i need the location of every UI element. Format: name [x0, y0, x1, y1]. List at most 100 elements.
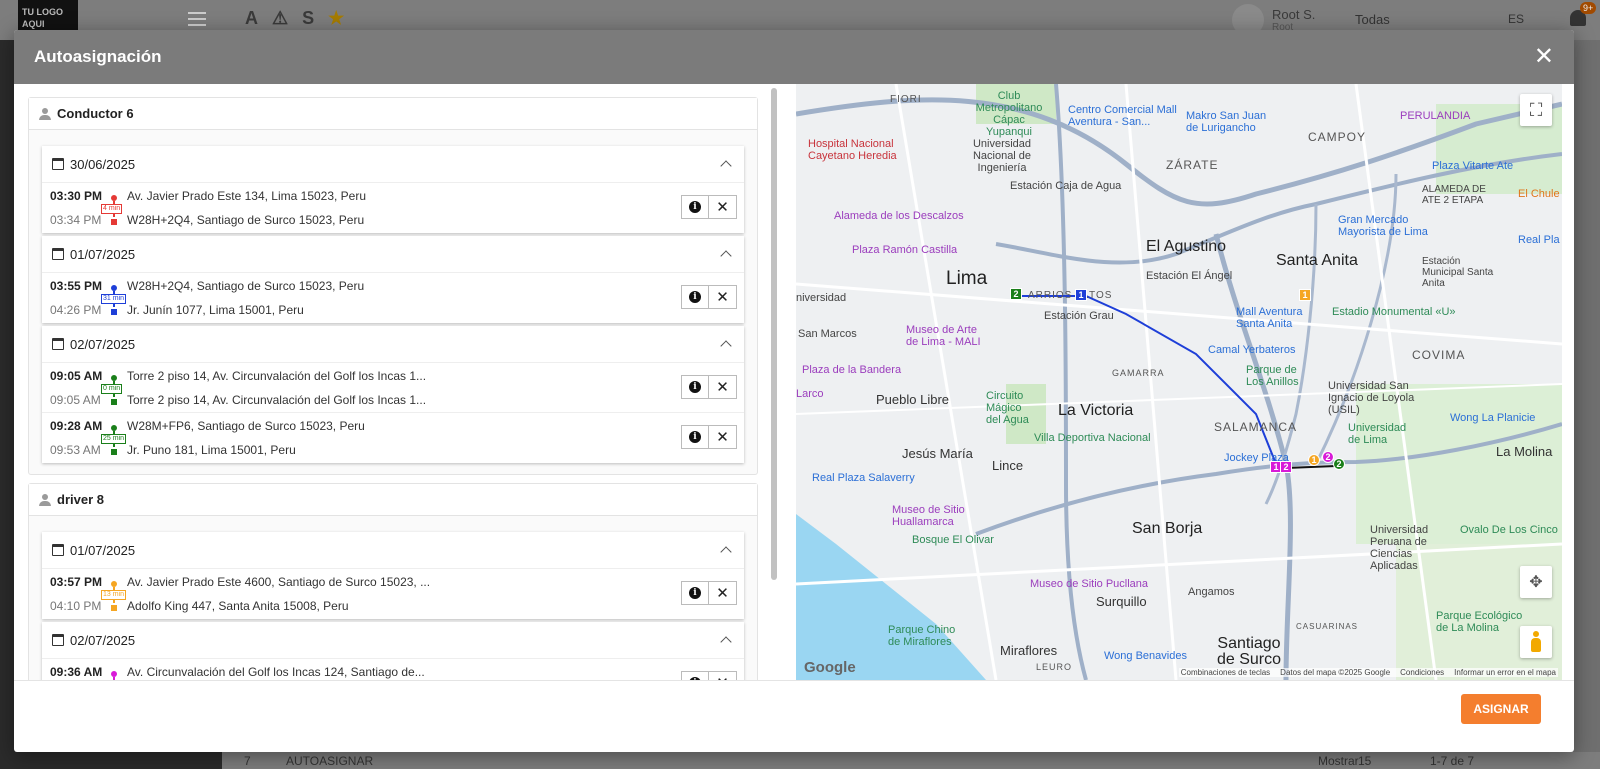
- map-label-larco: Larco: [796, 388, 824, 400]
- trip-row: 03:55 PM 04:26 PM 31 min W28H+2Q4, Santiago…: [42, 273, 744, 323]
- trip-destination: Jr. Junín 1077, Lima 15001, Peru: [127, 303, 304, 317]
- route-marker[interactable]: 1: [1299, 289, 1311, 301]
- map-label-jesus-maria: Jesús María: [902, 446, 973, 461]
- trip-info-button[interactable]: i: [681, 671, 709, 680]
- map-label-uni: Universidad Nacional de Ingeniería: [972, 138, 1032, 174]
- trip-info-button[interactable]: i: [681, 195, 709, 219]
- map-label-circuito-magico: Circuito Mágico del Agua: [986, 390, 1029, 426]
- map-label-leuro: LEURO: [1036, 662, 1073, 672]
- trip-destination: Jr. Puno 181, Lima 15001, Peru: [127, 443, 296, 457]
- assign-button[interactable]: ASIGNAR: [1461, 694, 1541, 724]
- assignment-list[interactable]: Conductor 6 30/06/2025 03:30 PM 03:34 PM 4 m…: [14, 84, 780, 680]
- report-error-link[interactable]: Informar un error en el mapa: [1454, 668, 1556, 677]
- modal-body: Conductor 6 30/06/2025 03:30 PM 03:34 PM 4 m…: [14, 84, 1574, 680]
- chevron-up-icon[interactable]: [720, 546, 732, 558]
- trip-remove-button[interactable]: ✕: [709, 425, 737, 449]
- map-label-plaza-bandera: Plaza de la Bandera: [802, 364, 902, 376]
- route-marker[interactable]: 1: [1075, 289, 1087, 301]
- close-icon: ✕: [716, 584, 729, 602]
- driver-card: driver 8 01/07/2025 03:57 PM 04:10 PM 13 min…: [28, 483, 758, 680]
- google-logo[interactable]: Google: [804, 659, 856, 676]
- date-group-header[interactable]: 01/07/2025: [42, 532, 744, 569]
- map-label-estadio-monumental: Estadio Monumental «U»: [1332, 306, 1456, 318]
- company-filter[interactable]: Todas: [1355, 12, 1390, 27]
- route-marker[interactable]: 2: [1333, 458, 1345, 470]
- map-label-parque-anillos: Parque de Los Anillos: [1246, 364, 1299, 388]
- map-label-villa-deportiva: Villa Deportiva Nacional: [1034, 432, 1151, 444]
- trip-origin: Av. Javier Prado Este 134, Lima 15023, P…: [127, 189, 367, 203]
- trip-info-button[interactable]: i: [681, 581, 709, 605]
- map-label-alameda-ate: ALAMEDA DE ATE 2 ETAPA: [1422, 184, 1486, 206]
- chevron-up-icon[interactable]: [720, 340, 732, 352]
- terms-link[interactable]: Condiciones: [1400, 668, 1444, 677]
- trip-remove-button[interactable]: ✕: [709, 285, 737, 309]
- close-icon[interactable]: ✕: [1534, 45, 1554, 69]
- trip-remove-button[interactable]: ✕: [709, 375, 737, 399]
- trip-row: 09:36 AM Av. Circunvalación del Golf los …: [42, 659, 744, 680]
- rows-per-page-select[interactable]: 15: [1358, 754, 1371, 768]
- trip-info-button[interactable]: i: [681, 285, 709, 309]
- trip-remove-button[interactable]: ✕: [709, 195, 737, 219]
- map-label-miraflores: Miraflores: [1000, 643, 1058, 658]
- modal-footer: ASIGNAR: [14, 680, 1574, 752]
- map-label-camal-yerbateros: Camal Yerbateros: [1208, 344, 1296, 356]
- map-label-parque-chino: Parque Chino de Miraflores: [888, 624, 956, 648]
- chevron-up-icon[interactable]: [720, 636, 732, 648]
- date-group-header[interactable]: 02/07/2025: [42, 326, 744, 363]
- route-marker[interactable]: 2: [1010, 288, 1022, 300]
- keyboard-shortcuts-link[interactable]: Combinaciones de teclas: [1181, 668, 1270, 677]
- camera-control-button[interactable]: ✥: [1520, 566, 1552, 598]
- map-label-casuarinas: CASUARINAS: [1296, 622, 1359, 631]
- date-group-header[interactable]: 30/06/2025: [42, 146, 744, 183]
- close-icon: ✕: [716, 378, 729, 396]
- trip-row: 09:28 AM 09:53 AM 25 min W28M+FP6, Santiago…: [42, 413, 744, 463]
- warning-icon[interactable]: ⚠: [272, 8, 288, 29]
- s-icon[interactable]: S: [302, 8, 314, 29]
- map-label-real-plaza: Real Pla: [1518, 234, 1560, 246]
- map-label-makro: Makro San Juan de Lurigancho: [1186, 110, 1267, 134]
- hamburger-icon[interactable]: [188, 12, 206, 26]
- fullscreen-button[interactable]: ⛶: [1520, 94, 1552, 126]
- trip-remove-button[interactable]: ✕: [709, 581, 737, 605]
- map[interactable]: Lima El Agustino Santa Anita La Victoria…: [796, 84, 1562, 680]
- map-label-estacion-municipal: Estación Municipal Santa Anita: [1422, 256, 1494, 289]
- calendar-icon: [52, 248, 64, 260]
- map-label-wong-planicie: Wong La Planicie: [1450, 412, 1536, 424]
- map-label-hospital: Hospital Nacional Cayetano Heredia: [808, 138, 897, 162]
- route-marker[interactable]: 2: [1322, 451, 1334, 463]
- autoassign-button[interactable]: AUTOASIGNAR: [286, 754, 373, 768]
- trip-actions: i✕: [681, 285, 737, 309]
- driver-header: Conductor 6: [29, 98, 757, 130]
- map-label-upc: Universidad Peruana de Ciencias Aplicada…: [1370, 524, 1429, 572]
- map-label-museo-huallamarca: Museo de Sitio Huallamarca: [892, 504, 965, 528]
- table-footer: 7 AUTOASIGNAR Mostrar 15 1-7 de 7: [222, 752, 1600, 769]
- trip-start-time: 03:55 PM: [50, 279, 103, 293]
- map-label-museo-arte-lima: Museo de Arte de Lima - MALI: [906, 324, 981, 348]
- trip-start-time: 09:28 AM: [50, 419, 103, 433]
- street-view-button[interactable]: [1520, 626, 1552, 658]
- fullscreen-icon: ⛶: [1529, 99, 1543, 120]
- font-icon[interactable]: A: [245, 8, 258, 29]
- chevron-up-icon[interactable]: [720, 250, 732, 262]
- trip-duration: 13 min: [101, 590, 127, 600]
- map-label-alameda-descalzos: Alameda de los Descalzos: [834, 210, 964, 222]
- group-date: 02/07/2025: [70, 336, 136, 352]
- star-icon[interactable]: ★: [328, 8, 344, 29]
- list-scrollbar[interactable]: [771, 88, 777, 580]
- close-icon: ✕: [716, 288, 729, 306]
- map-label-san-marcos: San Marcos: [798, 328, 857, 340]
- chevron-up-icon[interactable]: [720, 160, 732, 172]
- route-marker[interactable]: 1: [1308, 454, 1320, 466]
- date-group-header[interactable]: 02/07/2025: [42, 622, 744, 659]
- date-group-header[interactable]: 01/07/2025: [42, 236, 744, 273]
- route-marker[interactable]: 2: [1280, 461, 1292, 473]
- trip-start-time: 09:05 AM: [50, 369, 103, 383]
- modal-header: Autoasignación ✕: [14, 30, 1574, 84]
- driver-schedule: 30/06/2025 03:30 PM 03:34 PM 4 min Av. Javie…: [29, 130, 757, 474]
- trip-info-button[interactable]: i: [681, 425, 709, 449]
- map-label-estacion-el-angel: Estación El Ángel: [1146, 270, 1233, 282]
- info-icon: i: [689, 381, 701, 393]
- language-selector[interactable]: ES: [1508, 12, 1524, 26]
- trip-info-button[interactable]: i: [681, 375, 709, 399]
- trip-remove-button[interactable]: ✕: [709, 671, 737, 680]
